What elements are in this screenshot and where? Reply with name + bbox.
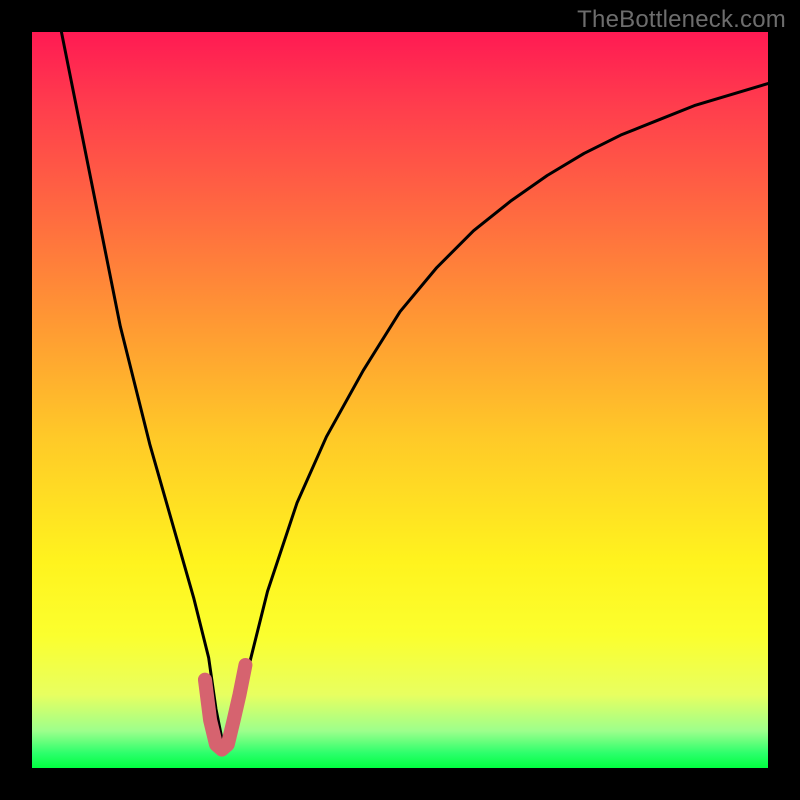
bottleneck-curve (61, 32, 768, 746)
chart-plot-area (32, 32, 768, 768)
highlight-curve (205, 665, 245, 750)
watermark-text: TheBottleneck.com (577, 6, 786, 34)
chart-svg (32, 32, 768, 768)
